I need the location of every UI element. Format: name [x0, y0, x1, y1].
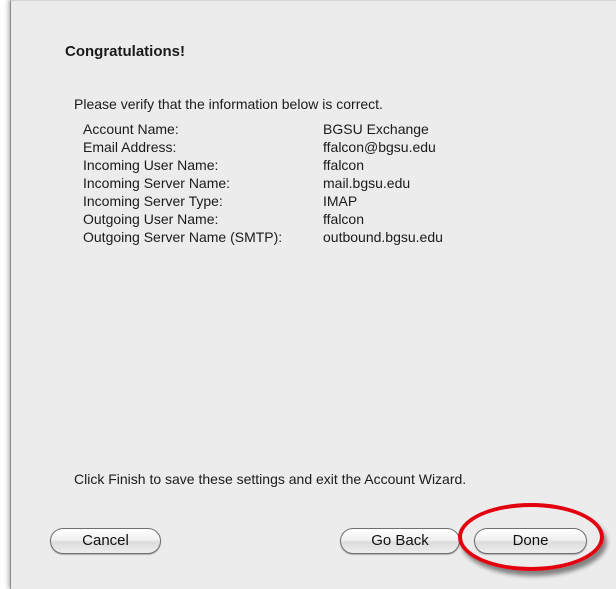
- account-summary: Account Name: BGSU Exchange Email Addres…: [83, 120, 543, 246]
- done-button[interactable]: Done: [474, 528, 587, 554]
- field-label: Incoming Server Name:: [83, 175, 231, 191]
- account-wizard-panel: Congratulations! Please verify that the …: [10, 0, 616, 589]
- field-value: ffalcon: [323, 211, 364, 227]
- info-row-incoming-server-name: Incoming Server Name: mail.bgsu.edu: [83, 174, 543, 192]
- page-title: Congratulations!: [65, 43, 185, 60]
- field-value: ffalcon: [323, 157, 364, 173]
- finish-instructions: Click Finish to save these settings and …: [74, 471, 467, 487]
- go-back-button[interactable]: Go Back: [340, 528, 460, 554]
- field-label: Outgoing User Name:: [83, 211, 219, 227]
- field-value: mail.bgsu.edu: [323, 175, 411, 191]
- info-row-account-name: Account Name: BGSU Exchange: [83, 120, 543, 138]
- info-row-outgoing-user-name: Outgoing User Name: ffalcon: [83, 210, 543, 228]
- info-row-incoming-server-type: Incoming Server Type: IMAP: [83, 192, 543, 210]
- field-label: Outgoing Server Name (SMTP):: [83, 229, 283, 245]
- field-label: Email Address:: [83, 139, 177, 155]
- verify-instructions: Please verify that the information below…: [74, 96, 383, 112]
- field-value: outbound.bgsu.edu: [323, 229, 443, 245]
- info-row-email-address: Email Address: ffalcon@bgsu.edu: [83, 138, 543, 156]
- field-label: Incoming Server Type:: [83, 193, 223, 209]
- field-value: IMAP: [323, 193, 358, 209]
- field-value: ffalcon@bgsu.edu: [323, 139, 436, 155]
- cancel-button[interactable]: Cancel: [50, 528, 161, 554]
- info-row-outgoing-server-name: Outgoing Server Name (SMTP): outbound.bg…: [83, 228, 543, 246]
- info-row-incoming-user-name: Incoming User Name: ffalcon: [83, 156, 543, 174]
- field-value: BGSU Exchange: [323, 121, 429, 137]
- field-label: Account Name:: [83, 121, 179, 137]
- field-label: Incoming User Name:: [83, 157, 219, 173]
